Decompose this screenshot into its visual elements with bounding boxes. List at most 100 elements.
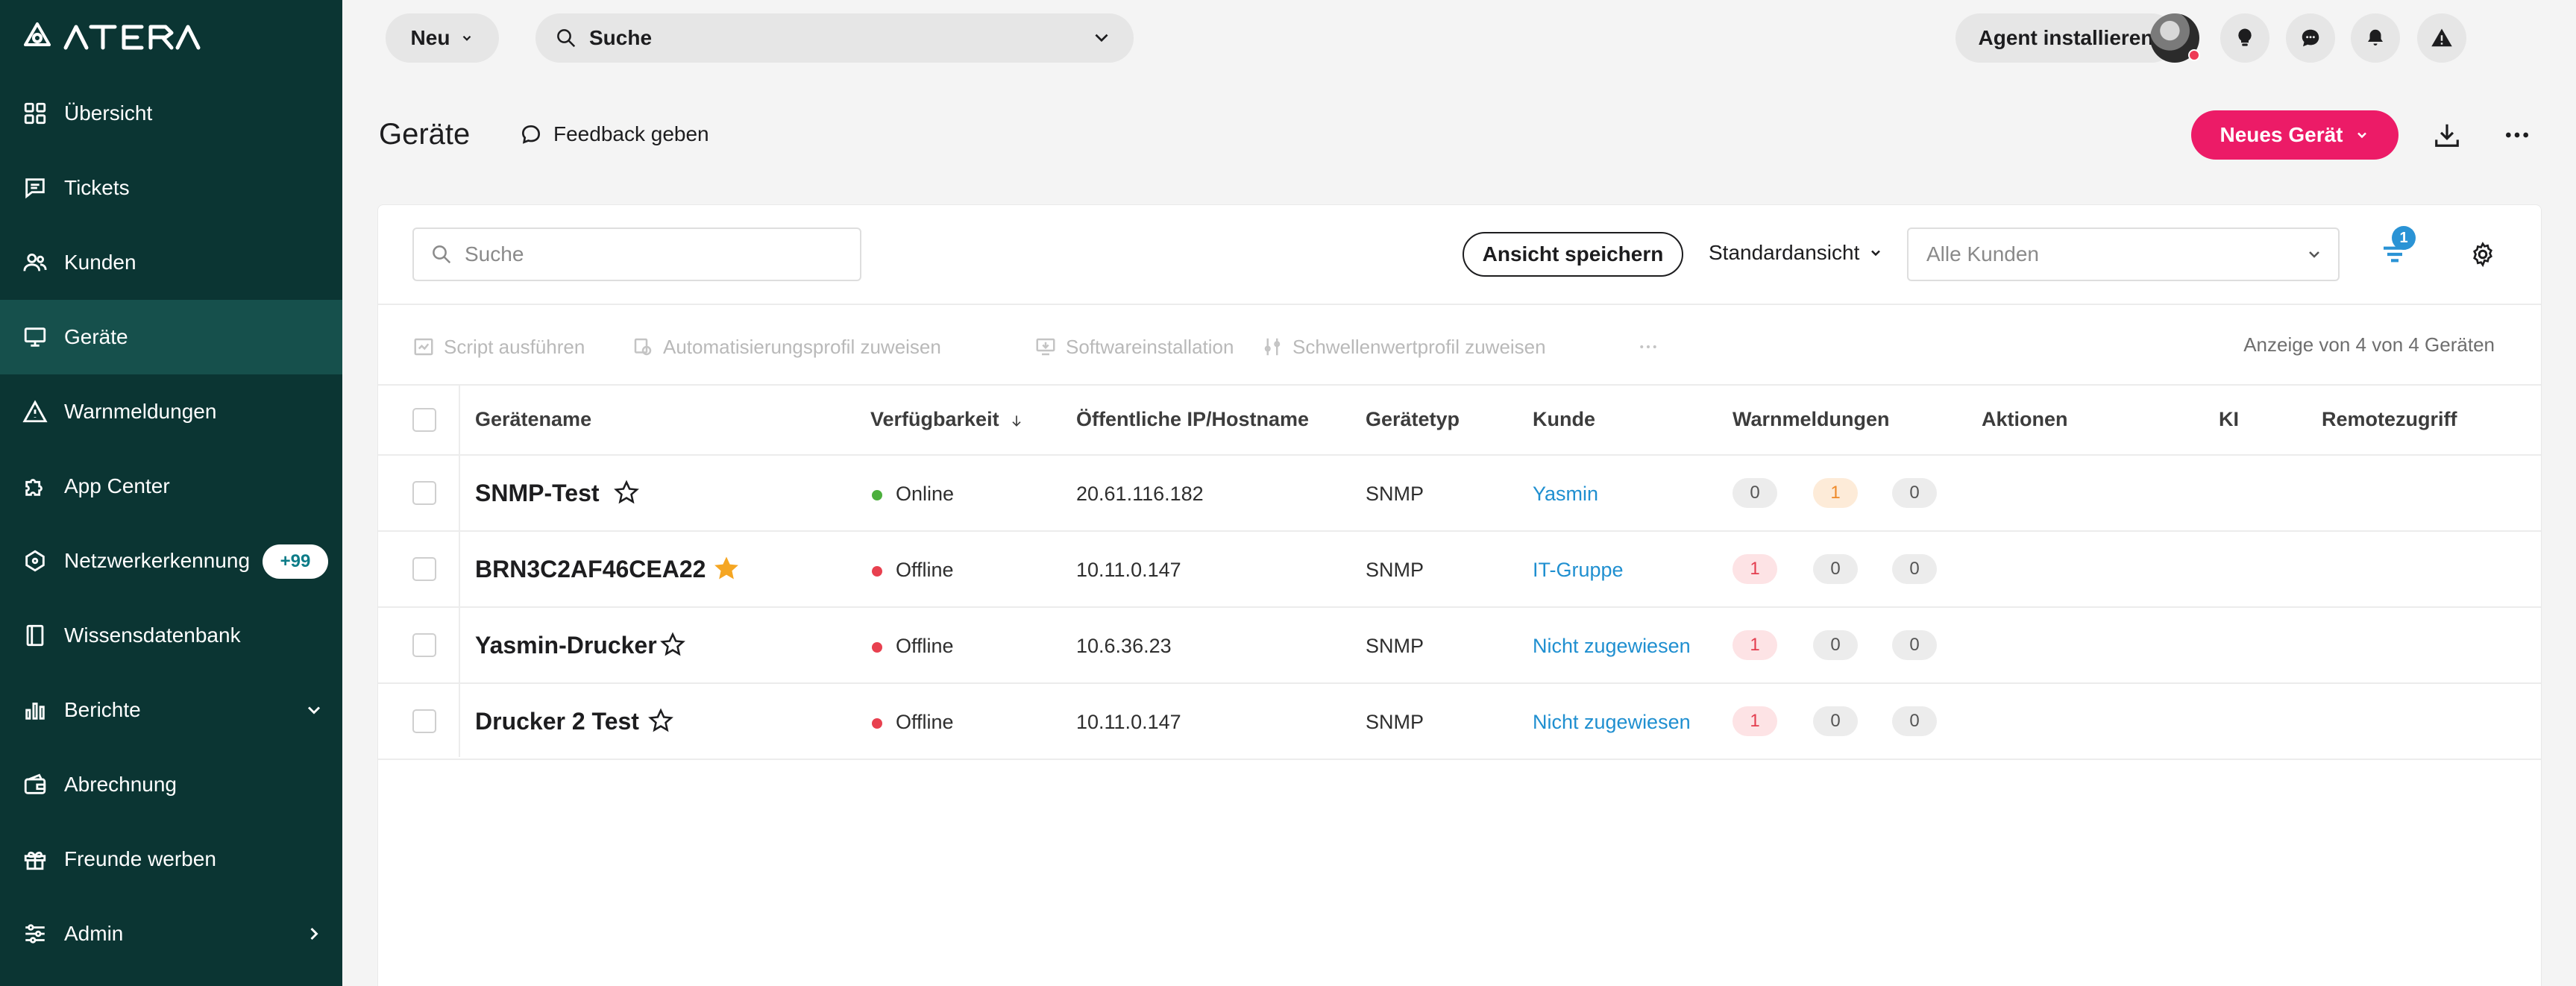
- sidebar-item-label: Kunden: [64, 251, 136, 274]
- star-outline-icon[interactable]: [648, 708, 673, 733]
- device-name-link[interactable]: Yasmin-Drucker: [475, 632, 657, 659]
- status-dot: [872, 565, 882, 577]
- assign-automation-label: Automatisierungsprofil zuweisen: [663, 335, 941, 358]
- sidebar-item-label: Tickets: [64, 176, 130, 199]
- availability-status: Offline: [872, 559, 954, 582]
- alert-count-badge[interactable]: 1: [1732, 706, 1777, 736]
- new-device-button[interactable]: Neues Gerät: [2191, 110, 2398, 160]
- device-name-link[interactable]: SNMP-Test: [475, 480, 600, 507]
- alert-count-badge[interactable]: 0: [1892, 706, 1937, 736]
- sidebar-item-label: Admin: [64, 922, 124, 945]
- sidebar-item-admin[interactable]: Admin: [0, 896, 342, 971]
- page-title: Geräte: [379, 118, 471, 151]
- column-header-alerts[interactable]: Warnmeldungen: [1732, 408, 1890, 431]
- software-install-action[interactable]: Softwareinstallation: [1034, 332, 1234, 362]
- chevron-down-icon[interactable]: [304, 700, 324, 720]
- wallet-icon: [22, 772, 48, 797]
- alert-count-badge[interactable]: 0: [1892, 630, 1937, 660]
- alert-count-badge[interactable]: 1: [1732, 630, 1777, 660]
- sidebar-item-wissensdatenbank[interactable]: Wissensdatenbank: [0, 598, 342, 673]
- sidebar-item-app-center[interactable]: App Center: [0, 449, 342, 524]
- more-options-button[interactable]: [2498, 116, 2536, 154]
- alert-count-badge[interactable]: 0: [1732, 478, 1777, 508]
- alert-count-badge[interactable]: 0: [1813, 630, 1858, 660]
- row-checkbox[interactable]: [412, 481, 436, 505]
- star-outline-icon[interactable]: [660, 632, 685, 657]
- star-filled-icon[interactable]: [714, 556, 739, 581]
- feedback-button[interactable]: Feedback geben: [519, 122, 709, 146]
- sidebar-item-abrechnung[interactable]: Abrechnung: [0, 747, 342, 822]
- sidebar-item-warnmeldungen[interactable]: Warnmeldungen: [0, 374, 342, 449]
- availability-status: Online: [872, 483, 954, 506]
- atera-logo[interactable]: [22, 19, 209, 55]
- lightbulb-icon: [2238, 28, 2252, 46]
- alert-count-badge[interactable]: 0: [1813, 706, 1858, 736]
- alert-count-badge[interactable]: 0: [1813, 554, 1858, 584]
- device-name-link[interactable]: Drucker 2 Test: [475, 708, 639, 735]
- assign-automation-action[interactable]: Automatisierungsprofil zuweisen: [632, 332, 941, 362]
- customer-link[interactable]: IT-Gruppe: [1533, 559, 1624, 582]
- row-checkbox[interactable]: [412, 557, 436, 581]
- ip-address: 20.61.116.182: [1076, 483, 1204, 505]
- select-all-checkbox[interactable]: [412, 408, 436, 432]
- sidebar-item-netzwerkerkennung[interactable]: Netzwerkerkennung +99: [0, 524, 342, 598]
- chevron-down-icon: [1871, 250, 1881, 257]
- column-header-remote: Remotezugriff: [2322, 408, 2457, 430]
- alert-count-badge[interactable]: 0: [1892, 554, 1937, 584]
- column-header-ip[interactable]: Öffentliche IP/Hostname: [1076, 408, 1309, 431]
- device-search[interactable]: [412, 227, 861, 281]
- device-search-input[interactable]: [465, 242, 852, 266]
- users-icon: [22, 250, 48, 275]
- column-header-ai: KI: [2219, 408, 2239, 430]
- automation-icon: [634, 338, 652, 356]
- alert-count-badge[interactable]: 0: [1892, 478, 1937, 508]
- save-view-button[interactable]: Ansicht speichern: [1463, 232, 1683, 277]
- assign-threshold-action[interactable]: Schwellenwertprofil zuweisen: [1261, 332, 1546, 362]
- chevron-down-icon: [2357, 132, 2367, 139]
- more-actions-button[interactable]: [1637, 332, 1659, 362]
- device-name-link[interactable]: BRN3C2AF46CEA22: [475, 556, 706, 583]
- status-text: Offline: [896, 559, 954, 581]
- column-header-type[interactable]: Gerätetyp: [1366, 408, 1460, 431]
- alerts-button[interactable]: [2417, 13, 2466, 63]
- divider: [378, 759, 2541, 760]
- sidebar-item-freunde-werben[interactable]: Freunde werben: [0, 822, 342, 896]
- sidebar-item-berichte[interactable]: Berichte: [0, 673, 342, 747]
- install-agent-button[interactable]: Agent installieren: [1955, 13, 2176, 63]
- customer-link[interactable]: Nicht zugewiesen: [1533, 711, 1691, 734]
- chevron-right-icon[interactable]: [304, 923, 324, 944]
- alert-count-badge[interactable]: 1: [1813, 478, 1858, 508]
- notifications-button[interactable]: [2351, 13, 2400, 63]
- customer-filter-select[interactable]: Alle Kunden: [1907, 227, 2340, 281]
- sidebar-item-label: Geräte: [64, 325, 128, 348]
- global-search[interactable]: Suche: [535, 13, 1134, 63]
- column-header-availability-label: Verfügbarkeit: [870, 408, 999, 430]
- column-header-availability[interactable]: Verfügbarkeit: [870, 408, 1024, 431]
- sidebar-item-label: Warnmeldungen: [64, 400, 217, 423]
- device-type: SNMP: [1366, 635, 1424, 657]
- table-settings-button[interactable]: [2469, 241, 2496, 268]
- column-header-customer[interactable]: Kunde: [1533, 408, 1595, 431]
- alert-count-badge[interactable]: 1: [1732, 554, 1777, 584]
- run-script-action[interactable]: Script ausführen: [412, 332, 585, 362]
- download-button[interactable]: [2428, 116, 2466, 154]
- sidebar-item-geraete[interactable]: Geräte: [0, 300, 342, 374]
- star-outline-icon[interactable]: [614, 480, 639, 505]
- chat-button[interactable]: [2286, 13, 2335, 63]
- sidebar-item-kunden[interactable]: Kunden: [0, 225, 342, 300]
- divider: [378, 606, 2541, 608]
- feedback-label: Feedback geben: [553, 122, 709, 145]
- sidebar-item-uebersicht[interactable]: Übersicht: [0, 76, 342, 151]
- customer-link[interactable]: Nicht zugewiesen: [1533, 635, 1691, 658]
- view-selector[interactable]: Standardansicht: [1709, 241, 1883, 265]
- divider: [378, 384, 2541, 386]
- divider: [378, 682, 2541, 684]
- new-dropdown-button[interactable]: Neu: [386, 13, 499, 63]
- customer-link[interactable]: Yasmin: [1533, 483, 1598, 506]
- row-checkbox[interactable]: [412, 633, 436, 657]
- global-search-label: Suche: [589, 26, 653, 49]
- row-checkbox[interactable]: [412, 709, 436, 733]
- lightbulb-button[interactable]: [2220, 13, 2269, 63]
- sidebar-item-tickets[interactable]: Tickets: [0, 151, 342, 225]
- column-header-name[interactable]: Gerätename: [475, 408, 591, 431]
